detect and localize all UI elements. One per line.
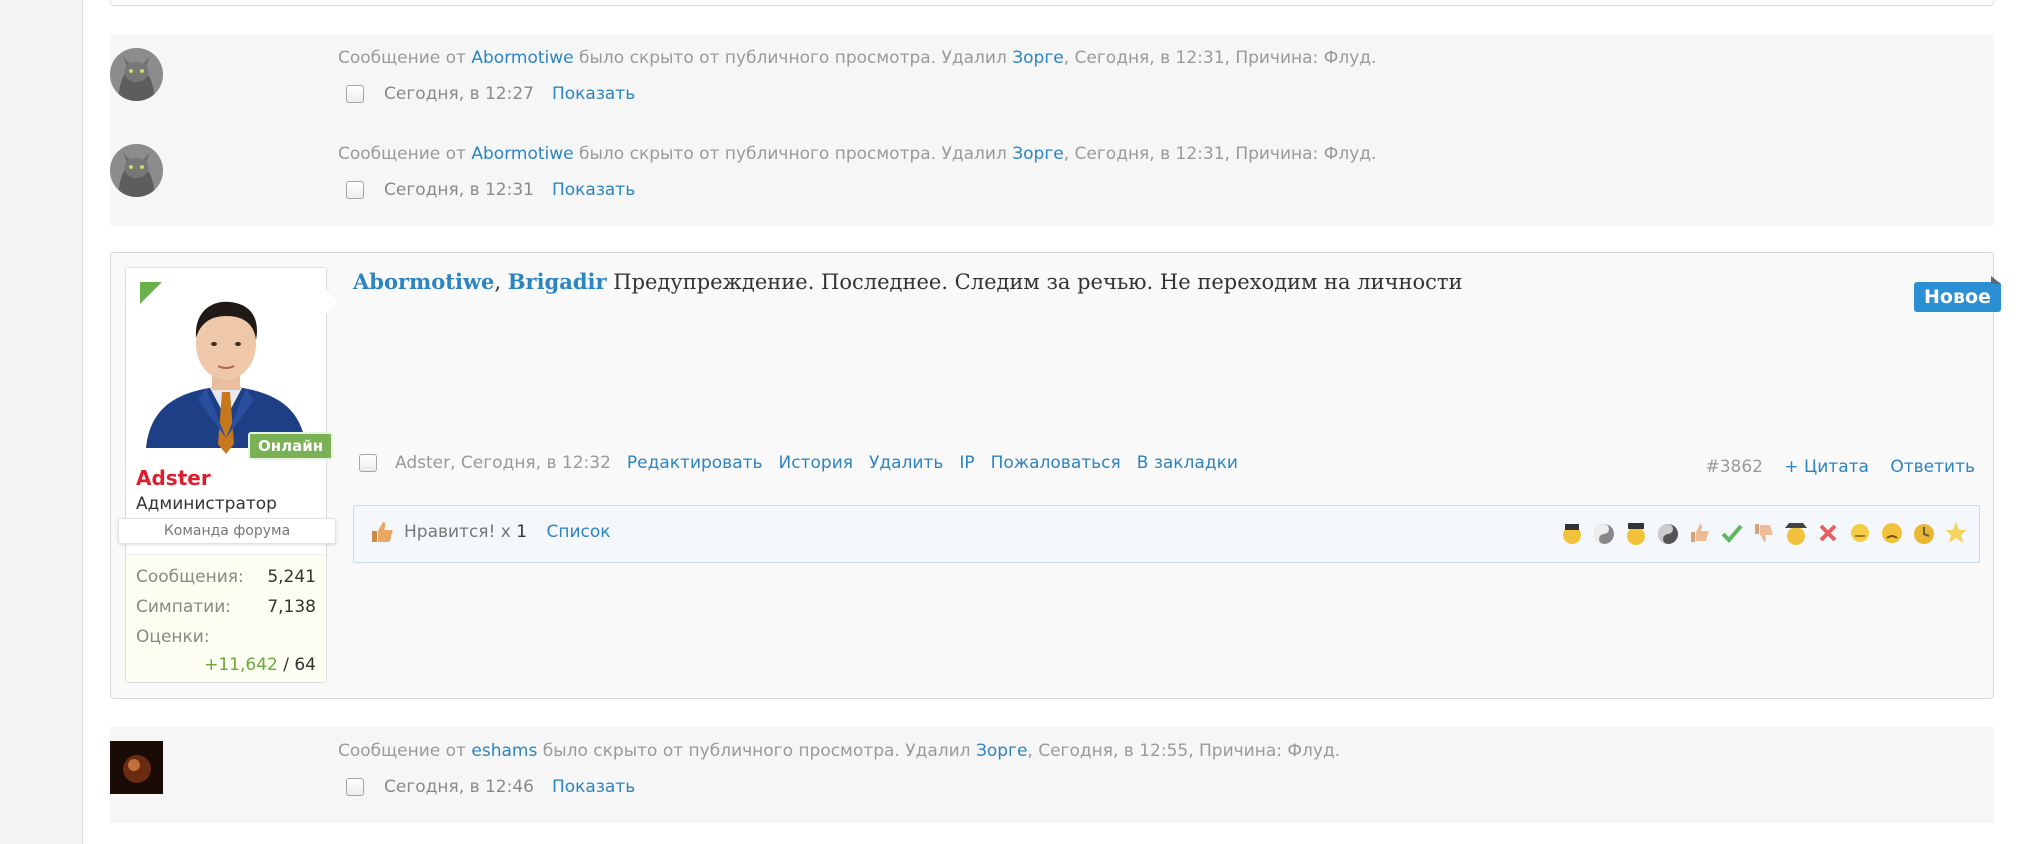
- select-checkbox[interactable]: [346, 778, 364, 796]
- card-pointer: [326, 290, 338, 314]
- stat-ratings: Оценки:: [136, 627, 210, 647]
- post-time: Сегодня, в 12:46: [384, 777, 534, 797]
- previous-post-bottom: [110, 0, 1994, 6]
- author-link[interactable]: eshams: [471, 741, 537, 761]
- deleted-meta: Сегодня, в 12:31 Показать: [346, 180, 635, 200]
- deleted-post: Сообщение от Abormotiwe было скрыто от п…: [110, 34, 1994, 130]
- online-badge: Онлайн: [248, 432, 334, 460]
- avatar[interactable]: [110, 741, 163, 794]
- post-number[interactable]: #3862: [1705, 457, 1763, 477]
- post-time: Сегодня, в 12:27: [384, 84, 534, 104]
- moderator-link[interactable]: Зорге: [976, 741, 1027, 761]
- stat-messages: Сообщения: 5,241: [136, 567, 316, 587]
- badge-fold: [1991, 276, 2001, 284]
- thumbs-down-icon[interactable]: [1751, 518, 1777, 548]
- likes-list-link[interactable]: Список: [546, 522, 610, 542]
- delete-link[interactable]: Удалить: [869, 453, 943, 473]
- post-meta: Adster, Сегодня, в 12:32 Редактировать И…: [359, 453, 1238, 473]
- thumbs-up-icon: [372, 522, 393, 542]
- show-button[interactable]: Показать: [552, 180, 635, 200]
- moderator-link[interactable]: Зорге: [1012, 48, 1063, 68]
- yin-yang-dark-icon[interactable]: [1655, 518, 1681, 548]
- show-button[interactable]: Показать: [552, 777, 635, 797]
- mention-link[interactable]: Brigadir: [508, 269, 607, 294]
- post-time: Сегодня, в 12:31: [384, 180, 534, 200]
- deleted-message: Сообщение от Abormotiwe было скрыто от п…: [338, 48, 1377, 68]
- deleted-message: Сообщение от eshams было скрыто от публи…: [338, 741, 1341, 761]
- quote-button[interactable]: + Цитата: [1784, 457, 1869, 477]
- username[interactable]: Adster: [136, 466, 211, 490]
- post-actions-right: #3862 + Цитата Ответить: [1705, 457, 1975, 477]
- select-checkbox[interactable]: [346, 85, 364, 103]
- neutral-face-icon[interactable]: [1847, 518, 1873, 548]
- status-corner: [140, 282, 162, 304]
- likes-bar: Нравится! x 1 Список: [353, 505, 1980, 563]
- history-link[interactable]: История: [779, 453, 853, 473]
- pirate-gun-icon[interactable]: [1623, 518, 1649, 548]
- likes-summary: Нравится! x 1 Список: [404, 522, 611, 542]
- yin-yang-icon[interactable]: [1591, 518, 1617, 548]
- mention-link[interactable]: Abormotiwe: [353, 269, 494, 294]
- show-button[interactable]: Показать: [552, 84, 635, 104]
- select-checkbox[interactable]: [346, 181, 364, 199]
- user-card: Онлайн Adster Администратор Команда фору…: [118, 267, 338, 683]
- deleted-post: Сообщение от Abormotiwe было скрыто от п…: [110, 130, 1994, 226]
- select-checkbox[interactable]: [359, 454, 377, 472]
- forum-post: Онлайн Adster Администратор Команда фору…: [110, 252, 2001, 699]
- stat-likes: Симпатии: 7,138: [136, 597, 316, 617]
- edit-link[interactable]: Редактировать: [627, 453, 763, 473]
- sad-face-icon[interactable]: [1879, 518, 1905, 548]
- avatar[interactable]: [110, 144, 163, 197]
- new-badge: Новое: [1914, 282, 2001, 312]
- checkmark-icon[interactable]: [1719, 518, 1745, 548]
- deleted-meta: Сегодня, в 12:27 Показать: [346, 84, 635, 104]
- reaction-icons: [1559, 518, 1969, 548]
- avatar[interactable]: [110, 48, 163, 101]
- spy-icon[interactable]: [1783, 518, 1809, 548]
- user-stats: Сообщения: 5,241 Симпатии: 7,138 Оценки: +…: [126, 554, 326, 682]
- deleted-meta: Сегодня, в 12:46 Показать: [346, 777, 635, 797]
- post-body: Abormotiwe, Brigadir Предупреждение. Пос…: [353, 269, 1463, 294]
- thumbs-up-icon[interactable]: [1687, 518, 1713, 548]
- post-author-time[interactable]: Adster, Сегодня, в 12:32: [395, 453, 611, 473]
- report-link[interactable]: Пожаловаться: [991, 453, 1121, 473]
- deleted-message: Сообщение от Abormotiwe было скрыто от п…: [338, 144, 1377, 164]
- user-banner: Команда форума: [118, 518, 336, 544]
- moderator-link[interactable]: Зорге: [1012, 144, 1063, 164]
- pirate-icon[interactable]: [1559, 518, 1585, 548]
- reply-button[interactable]: Ответить: [1890, 457, 1975, 477]
- bookmark-link[interactable]: В закладки: [1137, 453, 1238, 473]
- user-title: Администратор: [136, 494, 277, 514]
- author-link[interactable]: Abormotiwe: [471, 48, 573, 68]
- cross-icon[interactable]: [1815, 518, 1841, 548]
- ip-link[interactable]: IP: [959, 453, 974, 473]
- author-link[interactable]: Abormotiwe: [471, 144, 573, 164]
- deleted-post: Сообщение от eshams было скрыто от публи…: [110, 727, 1994, 823]
- star-icon[interactable]: [1943, 518, 1969, 548]
- clock-face-icon[interactable]: [1911, 518, 1937, 548]
